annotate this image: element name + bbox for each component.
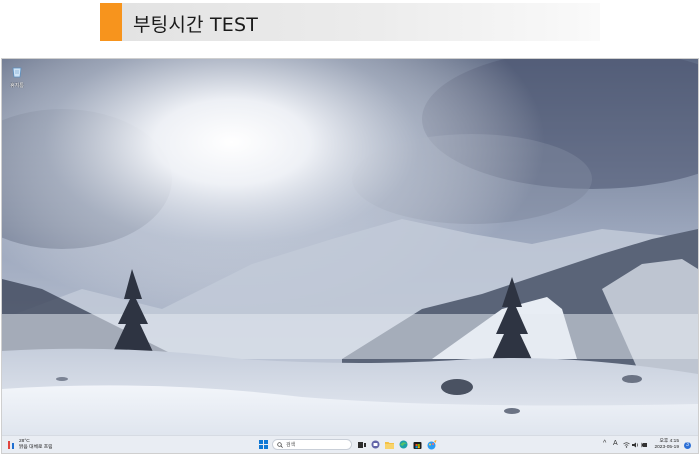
battery-icon[interactable] bbox=[641, 442, 648, 448]
clock-date: 2023-05-19 bbox=[654, 445, 679, 450]
taskbar-edge[interactable] bbox=[397, 438, 410, 451]
desktop-wallpaper bbox=[2, 59, 698, 437]
search-icon bbox=[277, 442, 283, 448]
taskbar-paint[interactable] bbox=[425, 438, 438, 451]
search-placeholder: 검색 bbox=[286, 442, 296, 448]
taskbar-store[interactable] bbox=[411, 438, 424, 451]
system-tray: ^ A 오후 4:15 2023-05-19 3 bbox=[603, 438, 693, 452]
caption-banner: 부팅시간 TEST bbox=[100, 3, 600, 41]
weather-text: 28°C 맑음 대체로 흐림 bbox=[19, 439, 53, 450]
notification-badge[interactable]: 3 bbox=[684, 442, 691, 449]
start-button[interactable] bbox=[257, 438, 270, 451]
banner-accent-bar bbox=[100, 3, 122, 41]
desktop-icon-label: 휴지통 bbox=[10, 83, 24, 89]
file-explorer-icon bbox=[385, 441, 394, 449]
windows-start-icon bbox=[259, 440, 268, 449]
taskbar-clock[interactable]: 오후 4:15 2023-05-19 bbox=[654, 439, 679, 451]
taskbar-chat[interactable] bbox=[369, 438, 382, 451]
taskbar-task-view[interactable] bbox=[355, 438, 368, 451]
volume-icon[interactable] bbox=[632, 442, 639, 448]
store-icon bbox=[413, 442, 422, 449]
desktop-screenshot: 휴지통 28°C 맑음 대체로 흐림 검색 ^ A 오후 4:15 2023-0… bbox=[1, 58, 699, 454]
recycle-bin-icon bbox=[12, 67, 22, 78]
taskbar-search[interactable]: 검색 bbox=[272, 439, 352, 450]
edge-browser-icon bbox=[399, 440, 408, 449]
banner-title: 부팅시간 TEST bbox=[133, 14, 259, 36]
chat-icon bbox=[371, 440, 380, 449]
tray-overflow-chevron[interactable]: ^ bbox=[603, 440, 606, 447]
weather-desc: 맑음 대체로 흐림 bbox=[19, 444, 53, 450]
paint-icon bbox=[427, 439, 436, 449]
desktop-icon-recycle-bin[interactable]: 휴지통 bbox=[6, 63, 28, 89]
ime-indicator[interactable]: A bbox=[613, 440, 618, 447]
task-view-icon bbox=[357, 441, 366, 448]
wifi-icon[interactable] bbox=[623, 442, 630, 448]
taskbar: 28°C 맑음 대체로 흐림 검색 ^ A 오후 4:15 2023-05-19… bbox=[2, 435, 698, 453]
weather-cloud-sun-icon bbox=[8, 441, 14, 449]
taskbar-file-explorer[interactable] bbox=[383, 438, 396, 451]
